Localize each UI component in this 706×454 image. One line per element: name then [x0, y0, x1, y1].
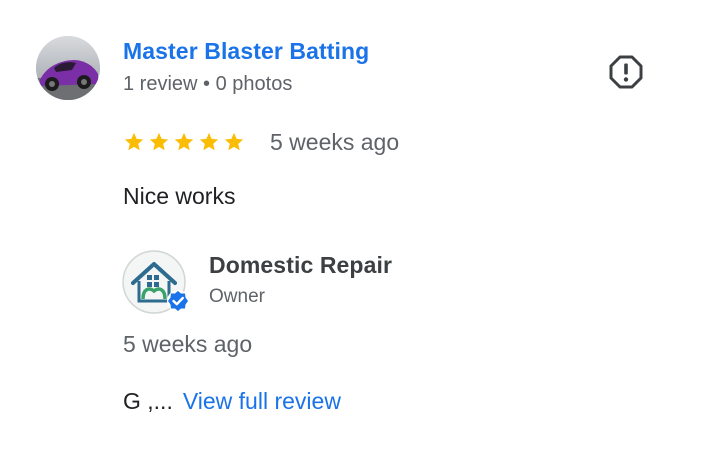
- car-photo-icon: [36, 36, 100, 100]
- report-octagon-icon: [609, 55, 643, 89]
- star-icon: [149, 132, 169, 151]
- star-icon: [174, 132, 194, 151]
- review-text: Nice works: [123, 183, 236, 209]
- view-full-review-link[interactable]: View full review: [183, 388, 341, 414]
- review-date: 5 weeks ago: [270, 129, 400, 155]
- verified-badge-icon: [167, 290, 189, 312]
- star-icon: [199, 132, 219, 151]
- owner-name[interactable]: Domestic Repair: [209, 252, 392, 279]
- owner-role: Owner: [209, 286, 265, 307]
- report-review-button[interactable]: [608, 54, 644, 90]
- star-icon: [224, 132, 244, 151]
- reply-snippet: G ,...: [123, 388, 173, 414]
- reply-text-row: G ,... View full review: [123, 388, 341, 415]
- reviewer-meta: 1 review • 0 photos: [123, 73, 293, 95]
- owner-avatar[interactable]: [121, 249, 189, 315]
- house-logo-icon: [122, 250, 189, 314]
- star-icon: [124, 132, 144, 151]
- reviewer-avatar[interactable]: [36, 36, 100, 100]
- reply-date: 5 weeks ago: [123, 331, 253, 357]
- star-rating: [123, 131, 245, 153]
- reviewer-name[interactable]: Master Blaster Batting: [123, 38, 369, 65]
